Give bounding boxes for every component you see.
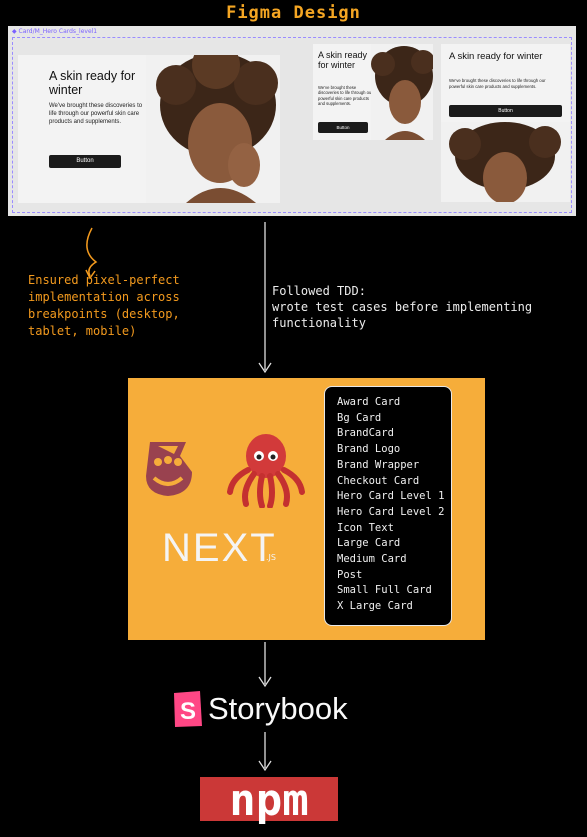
component-item: Hero Card Level 1 bbox=[337, 490, 445, 503]
component-item: Award Card bbox=[337, 396, 401, 408]
annotation-line: Followed TDD: bbox=[272, 284, 366, 298]
component-item: Large Card bbox=[337, 537, 401, 550]
component-item: Bg Card bbox=[337, 411, 382, 424]
nextjs-logo: NEXT bbox=[162, 526, 277, 570]
component-item: Checkout Card bbox=[337, 474, 420, 487]
annotation-line: functionality bbox=[272, 316, 366, 330]
component-item: Hero Card Level 2 bbox=[337, 505, 445, 518]
nextjs-suffix: .JS bbox=[266, 553, 276, 562]
component-item: Medium Card bbox=[337, 553, 407, 566]
annotation-line: implementation across bbox=[28, 290, 180, 304]
component-item: Icon Text bbox=[337, 521, 394, 534]
annotation-line: breakpoints (desktop, bbox=[28, 307, 180, 321]
component-item: BrandCard bbox=[337, 427, 394, 440]
npm-label: npm bbox=[229, 777, 308, 826]
pixel-perfect-annotation: Ensured pixel-perfect implementation acr… bbox=[28, 272, 238, 340]
annotation-squiggle bbox=[86, 227, 98, 277]
component-item: Small Full Card bbox=[337, 584, 432, 597]
jest-icon bbox=[146, 442, 192, 496]
annotation-line: Ensured pixel-perfect bbox=[28, 273, 180, 287]
storybook-icon-letter: S bbox=[180, 698, 196, 725]
component-list: Award Card Bg Card BrandCard Brand Logo … bbox=[324, 386, 452, 626]
tdd-annotation: Followed TDD: wrote test cases before im… bbox=[272, 283, 582, 331]
npm-logo: npm bbox=[200, 777, 338, 826]
octopus-icon bbox=[227, 434, 305, 508]
component-item: Brand Logo bbox=[337, 443, 401, 456]
storybook-icon: S bbox=[174, 691, 202, 727]
component-item: X Large Card bbox=[337, 600, 413, 613]
annotation-line: wrote test cases before implementing bbox=[272, 300, 533, 314]
component-item: Post bbox=[337, 568, 363, 581]
component-item: Brand Wrapper bbox=[337, 458, 420, 471]
storybook-label: Storybook bbox=[208, 691, 348, 726]
annotation-line: tablet, mobile) bbox=[28, 324, 137, 338]
